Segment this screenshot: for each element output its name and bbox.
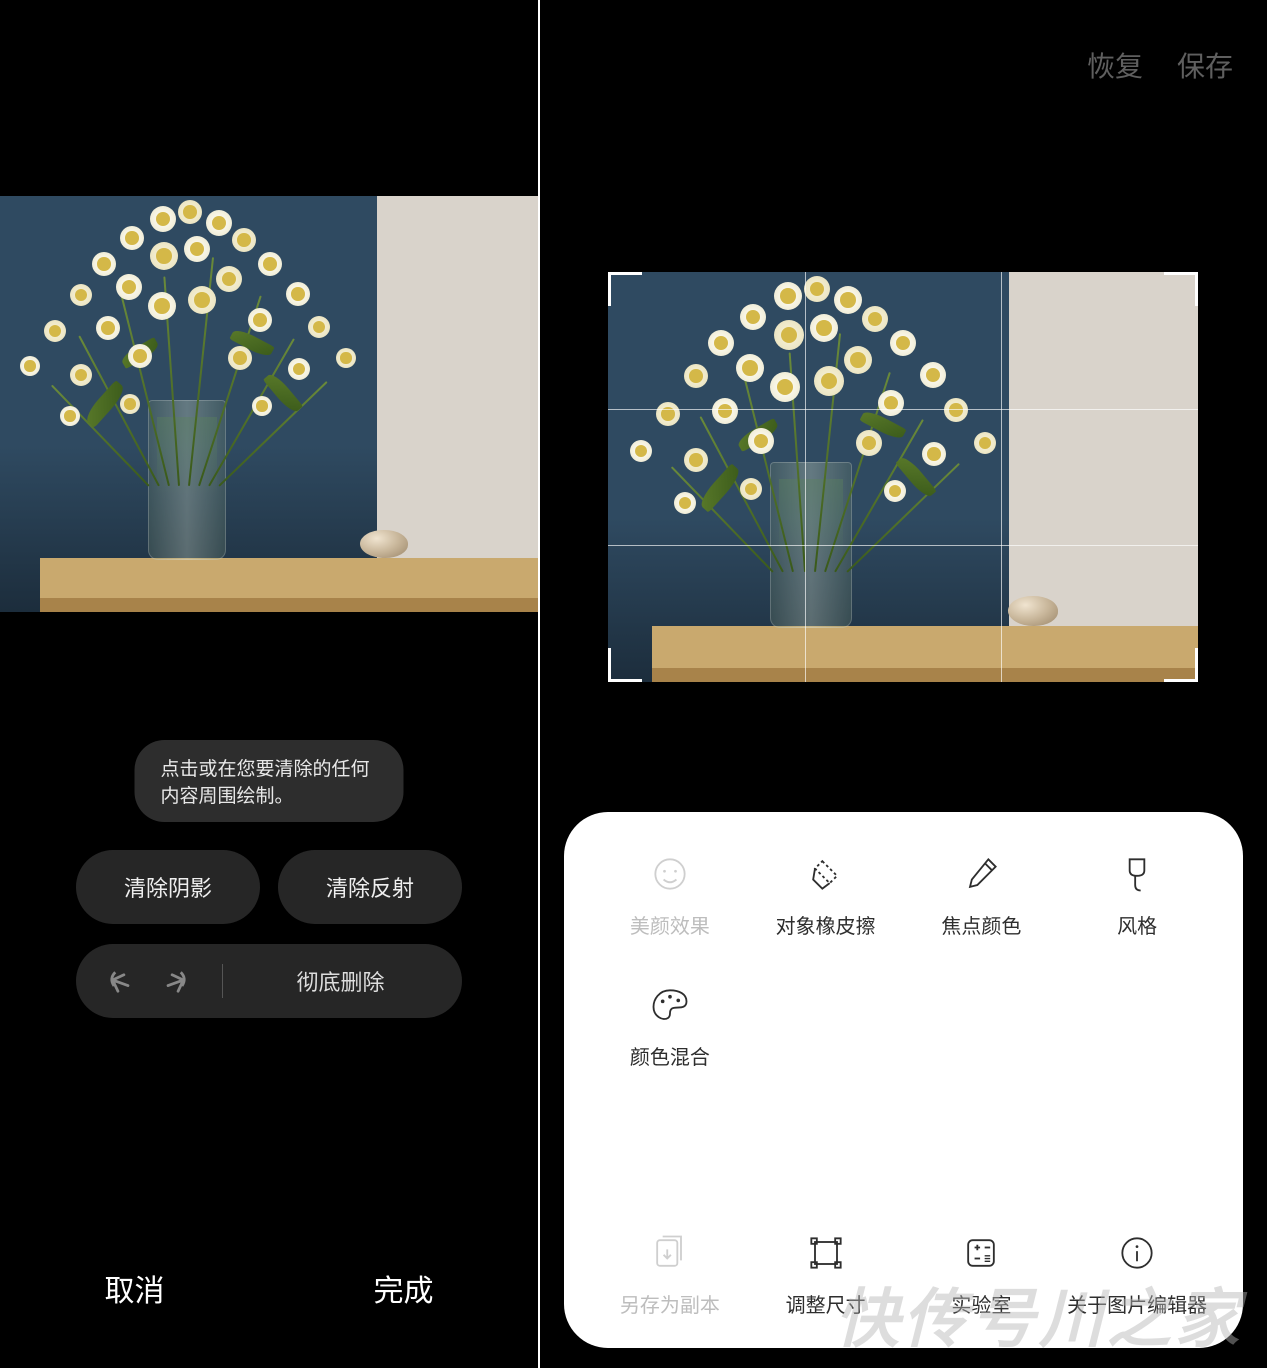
top-action-bar: 恢复 保存	[1087, 0, 1267, 130]
eraser-hint: 点击或在您要清除的任何内容周围绘制。	[135, 740, 404, 822]
tool-style[interactable]: 风格	[1063, 852, 1211, 939]
restore-button[interactable]: 恢复	[1087, 45, 1143, 85]
resize-icon	[804, 1231, 848, 1275]
info-icon	[1115, 1231, 1159, 1275]
tool-style-label: 风格	[1117, 910, 1157, 939]
cancel-button[interactable]: 取消	[0, 1266, 269, 1310]
tool-spot-color[interactable]: 焦点颜色	[908, 852, 1056, 939]
clear-shadow-label: 清除阴影	[124, 871, 212, 903]
action-lab-label: 实验室	[951, 1289, 1011, 1318]
tools-sheet: 美颜效果 对象橡皮擦 焦点颜色 风格	[564, 812, 1243, 1348]
bottom-action-bar: 取消 完成	[0, 1208, 538, 1368]
crop-photo[interactable]	[608, 272, 1198, 682]
tool-eraser-label: 对象橡皮擦	[776, 910, 876, 939]
delete-all-bar: 彻底删除	[76, 944, 462, 1018]
done-button[interactable]: 完成	[269, 1266, 538, 1310]
action-lab[interactable]: 实验室	[908, 1231, 1056, 1318]
eraser-editor-screen: 点击或在您要清除的任何内容周围绘制。 清除阴影 清除反射 彻底删除 取消 完成	[0, 0, 538, 1368]
action-about-label: 关于图片编辑器	[1067, 1289, 1207, 1318]
action-resize-label: 调整尺寸	[786, 1289, 866, 1318]
brush-icon	[1115, 852, 1159, 896]
action-save-copy-label: 另存为副本	[620, 1289, 720, 1318]
action-save-copy: 另存为副本	[596, 1231, 744, 1318]
divider	[222, 964, 223, 998]
undo-icon[interactable]	[104, 966, 134, 996]
edited-photo[interactable]	[0, 196, 538, 612]
clear-reflection-label: 清除反射	[326, 871, 414, 903]
action-about[interactable]: 关于图片编辑器	[1063, 1231, 1211, 1318]
lab-icon	[959, 1231, 1003, 1275]
tool-beauty-label: 美颜效果	[630, 910, 710, 939]
tool-color-mix[interactable]: 颜色混合	[596, 983, 744, 1070]
tool-color-mix-label: 颜色混合	[630, 1041, 710, 1070]
clear-shadow-button[interactable]: 清除阴影	[76, 850, 260, 924]
save-copy-icon	[648, 1231, 692, 1275]
crop-editor-screen: 恢复 保存	[540, 0, 1267, 1368]
tool-spot-color-label: 焦点颜色	[941, 910, 1021, 939]
clear-reflection-button[interactable]: 清除反射	[278, 850, 462, 924]
redo-icon[interactable]	[162, 966, 192, 996]
eyedropper-icon	[959, 852, 1003, 896]
save-button[interactable]: 保存	[1177, 45, 1233, 85]
action-resize[interactable]: 调整尺寸	[752, 1231, 900, 1318]
tool-eraser[interactable]: 对象橡皮擦	[752, 852, 900, 939]
face-icon	[648, 852, 692, 896]
tool-beauty: 美颜效果	[596, 852, 744, 939]
delete-all-button[interactable]: 彻底删除	[253, 965, 428, 997]
eraser-icon	[804, 852, 848, 896]
palette-icon	[648, 983, 692, 1027]
